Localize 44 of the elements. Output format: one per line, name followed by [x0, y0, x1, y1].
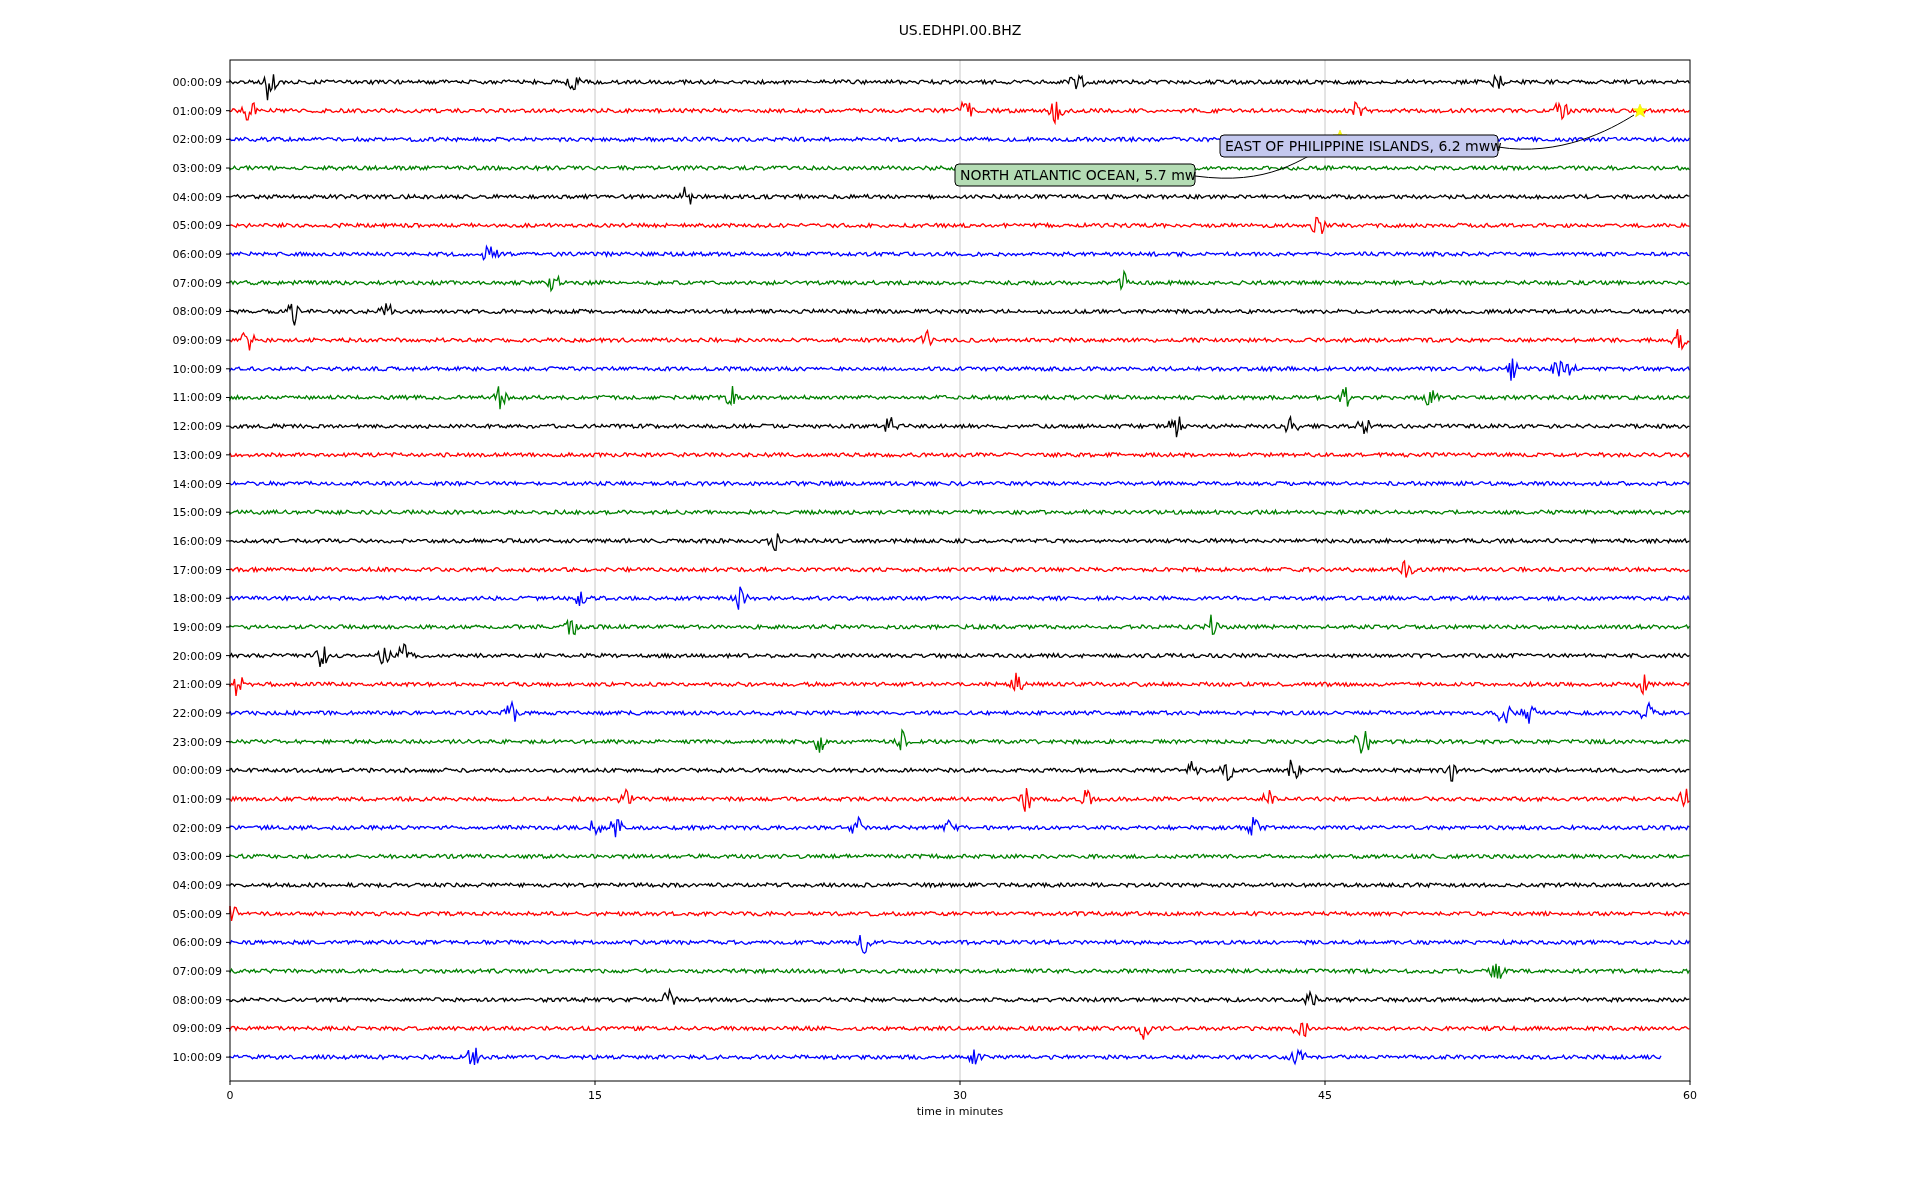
hour-label: 01:00:09 [172, 104, 222, 118]
hour-label: 16:00:09 [172, 534, 222, 548]
hour-label: 14:00:09 [172, 477, 222, 491]
tick-label: 60 [1683, 1089, 1697, 1102]
event-label: NORTH ATLANTIC OCEAN, 5.7 mw [954, 163, 1197, 187]
hour-label: 18:00:09 [172, 592, 222, 606]
hour-label: 03:00:09 [172, 162, 222, 176]
hour-label: 09:00:09 [172, 334, 222, 348]
event-label: EAST OF PHILIPPINE ISLANDS, 6.2 mww [1219, 134, 1502, 158]
hour-label: 04:00:09 [172, 190, 222, 204]
hour-label: 06:00:09 [172, 248, 222, 262]
hour-label: 00:00:09 [172, 76, 222, 89]
hour-label: 22:00:09 [172, 706, 222, 720]
hour-label: 12:00:09 [172, 420, 222, 434]
hour-label: 11:00:09 [172, 391, 222, 405]
axis-label: time in minutes [916, 1105, 1004, 1118]
chart-title: US.EDHPI.00.BHZ [898, 22, 1022, 38]
hour-label: 23:00:09 [172, 735, 222, 749]
hour-label: 17:00:09 [172, 563, 222, 577]
hour-label: 07:00:09 [172, 276, 222, 290]
hour-label: 05:00:09 [172, 907, 222, 921]
hour-label: 02:00:09 [172, 133, 222, 147]
hour-label: 02:00:09 [172, 821, 222, 835]
hour-label: 05:00:09 [172, 219, 222, 233]
hour-label: 08:00:09 [172, 305, 222, 319]
tick-label: 0 [226, 1089, 234, 1102]
hour-label: 15:00:09 [172, 506, 222, 520]
hour-label: 19:00:09 [172, 620, 222, 634]
hour-label: 13:00:09 [172, 448, 222, 462]
tick-label: 15 [588, 1089, 602, 1102]
hour-label: 08:00:09 [172, 993, 222, 1007]
hour-label: 09:00:09 [172, 1022, 222, 1036]
hour-label: 10:00:09 [172, 362, 222, 376]
hour-label: 03:00:09 [172, 850, 222, 864]
hour-label: 06:00:09 [172, 936, 222, 950]
tick-label: 45 [1318, 1089, 1332, 1102]
hour-label: 00:00:09 [172, 764, 222, 778]
hour-label: 01:00:09 [172, 793, 222, 806]
hour-label: 04:00:09 [172, 879, 222, 893]
hour-label: 20:00:09 [172, 649, 222, 663]
hour-label: 07:00:09 [172, 965, 222, 979]
hour-label: 10:00:09 [172, 1051, 222, 1065]
hour-label: 21:00:09 [172, 678, 222, 692]
tick-label: 30 [953, 1089, 967, 1102]
